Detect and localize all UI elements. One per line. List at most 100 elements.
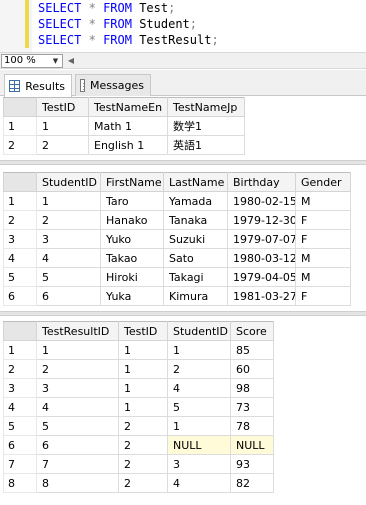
row-number[interactable]: 2 bbox=[3, 135, 37, 155]
column-header[interactable]: Score bbox=[230, 321, 274, 341]
column-header[interactable]: StudentID bbox=[36, 172, 101, 192]
table-row[interactable]: 1 1 Math 1 数学1 bbox=[3, 116, 245, 136]
grid-cell[interactable]: Hiroki bbox=[100, 267, 164, 287]
null-cell[interactable]: NULL bbox=[167, 435, 231, 455]
grid-cell[interactable]: 1979-04-05 bbox=[227, 267, 296, 287]
grid-splitter[interactable] bbox=[0, 160, 366, 165]
grid-cell[interactable]: 2 bbox=[118, 473, 168, 493]
sql-editor[interactable]: SELECT * FROM Test; SELECT * FROM Studen… bbox=[0, 0, 366, 52]
grid-cell[interactable]: 5 bbox=[167, 397, 231, 417]
grid-cell[interactable]: 2 bbox=[36, 359, 119, 379]
grid-cell[interactable]: 1 bbox=[36, 116, 89, 136]
grid-cell[interactable]: Math 1 bbox=[88, 116, 168, 136]
grid-cell[interactable]: 1980-03-12 bbox=[227, 248, 296, 268]
row-number[interactable]: 5 bbox=[3, 416, 37, 436]
grid-cell[interactable]: 98 bbox=[230, 378, 274, 398]
grid-cell[interactable]: 4 bbox=[167, 378, 231, 398]
row-number[interactable]: 6 bbox=[3, 286, 37, 306]
grid-cell[interactable]: 2 bbox=[118, 435, 168, 455]
row-number[interactable]: 4 bbox=[3, 248, 37, 268]
row-number[interactable]: 1 bbox=[3, 191, 37, 211]
grid-cell[interactable]: M bbox=[295, 267, 351, 287]
column-header[interactable]: FirstName bbox=[100, 172, 164, 192]
chevron-down-icon[interactable]: ▼ bbox=[50, 56, 61, 66]
row-number[interactable]: 7 bbox=[3, 454, 37, 474]
grid-cell[interactable]: 5 bbox=[36, 416, 119, 436]
grid-cell[interactable]: 1 bbox=[36, 191, 101, 211]
grid-corner[interactable] bbox=[3, 97, 37, 117]
tab-results[interactable]: Results bbox=[4, 74, 72, 97]
grid-cell[interactable]: 1979-12-30 bbox=[227, 210, 296, 230]
column-header[interactable]: TestNameEn bbox=[88, 97, 168, 117]
column-header[interactable]: TestNameJp bbox=[167, 97, 245, 117]
grid-cell[interactable]: M bbox=[295, 191, 351, 211]
column-header[interactable]: TestResultID bbox=[36, 321, 119, 341]
grid-cell[interactable]: 2 bbox=[118, 454, 168, 474]
grid-cell[interactable]: 1 bbox=[118, 378, 168, 398]
grid-cell[interactable]: Tanaka bbox=[163, 210, 228, 230]
grid-cell[interactable]: Yamada bbox=[163, 191, 228, 211]
column-header[interactable]: TestID bbox=[36, 97, 89, 117]
grid-cell[interactable]: Suzuki bbox=[163, 229, 228, 249]
grid-cell[interactable]: 3 bbox=[36, 378, 119, 398]
table-row[interactable]: 3 3 1 4 98 bbox=[3, 378, 274, 398]
table-row[interactable]: 1 1 Taro Yamada 1980-02-15 M bbox=[3, 191, 351, 211]
grid-corner[interactable] bbox=[3, 172, 37, 192]
table-row[interactable]: 5 5 Hiroki Takagi 1979-04-05 M bbox=[3, 267, 351, 287]
grid-cell[interactable]: 4 bbox=[36, 397, 119, 417]
table-row[interactable]: 2 2 English 1 英語1 bbox=[3, 135, 245, 155]
row-number[interactable]: 3 bbox=[3, 229, 37, 249]
row-number[interactable]: 4 bbox=[3, 397, 37, 417]
result-grid-student[interactable]: StudentID FirstName LastName Birthday Ge… bbox=[3, 172, 351, 306]
grid-cell[interactable]: M bbox=[295, 248, 351, 268]
column-header[interactable]: Gender bbox=[295, 172, 351, 192]
grid-cell[interactable]: 60 bbox=[230, 359, 274, 379]
row-number[interactable]: 1 bbox=[3, 116, 37, 136]
grid-cell[interactable]: 4 bbox=[36, 248, 101, 268]
row-number[interactable]: 2 bbox=[3, 210, 37, 230]
sql-line-1[interactable]: SELECT * FROM Test; bbox=[38, 0, 175, 16]
grid-cell[interactable]: 1 bbox=[118, 340, 168, 360]
row-number[interactable]: 3 bbox=[3, 378, 37, 398]
column-header[interactable]: Birthday bbox=[227, 172, 296, 192]
grid-cell[interactable]: 1 bbox=[167, 340, 231, 360]
tab-messages[interactable]: Messages bbox=[75, 74, 151, 96]
grid-cell[interactable]: 3 bbox=[167, 454, 231, 474]
grid-cell[interactable]: 2 bbox=[36, 135, 89, 155]
sql-line-2[interactable]: SELECT * FROM Student; bbox=[38, 16, 197, 32]
column-header[interactable]: StudentID bbox=[167, 321, 231, 341]
grid-cell[interactable]: 1 bbox=[36, 340, 119, 360]
grid-cell[interactable]: F bbox=[295, 210, 351, 230]
table-row[interactable]: 1 1 1 1 85 bbox=[3, 340, 274, 360]
grid-cell[interactable]: 6 bbox=[36, 286, 101, 306]
grid-cell[interactable]: 85 bbox=[230, 340, 274, 360]
grid-cell[interactable]: Yuka bbox=[100, 286, 164, 306]
grid-cell[interactable]: 2 bbox=[36, 210, 101, 230]
grid-cell[interactable]: 78 bbox=[230, 416, 274, 436]
scroll-left-icon[interactable]: ◀ bbox=[66, 55, 76, 67]
grid-cell[interactable]: 5 bbox=[36, 267, 101, 287]
table-row[interactable]: 7 7 2 3 93 bbox=[3, 454, 274, 474]
table-row[interactable]: 4 4 1 5 73 bbox=[3, 397, 274, 417]
grid-cell[interactable]: 1 bbox=[118, 397, 168, 417]
row-number[interactable]: 6 bbox=[3, 435, 37, 455]
row-number[interactable]: 5 bbox=[3, 267, 37, 287]
grid-cell[interactable]: Yuko bbox=[100, 229, 164, 249]
grid-cell[interactable]: Takao bbox=[100, 248, 164, 268]
table-row[interactable]: 6 6 2 NULL NULL bbox=[3, 435, 274, 455]
row-number[interactable]: 1 bbox=[3, 340, 37, 360]
column-header[interactable]: TestID bbox=[118, 321, 168, 341]
grid-cell[interactable]: 1979-07-07 bbox=[227, 229, 296, 249]
grid-cell[interactable]: 93 bbox=[230, 454, 274, 474]
grid-cell[interactable]: Hanako bbox=[100, 210, 164, 230]
grid-corner[interactable] bbox=[3, 321, 37, 341]
grid-cell[interactable]: 3 bbox=[36, 229, 101, 249]
grid-cell[interactable]: 数学1 bbox=[167, 116, 245, 136]
table-row[interactable]: 2 2 1 2 60 bbox=[3, 359, 274, 379]
row-number[interactable]: 2 bbox=[3, 359, 37, 379]
table-row[interactable]: 4 4 Takao Sato 1980-03-12 M bbox=[3, 248, 351, 268]
grid-cell[interactable]: 73 bbox=[230, 397, 274, 417]
row-number[interactable]: 8 bbox=[3, 473, 37, 493]
zoom-dropdown[interactable]: 100 % ▼ bbox=[1, 54, 63, 68]
null-cell[interactable]: NULL bbox=[230, 435, 274, 455]
